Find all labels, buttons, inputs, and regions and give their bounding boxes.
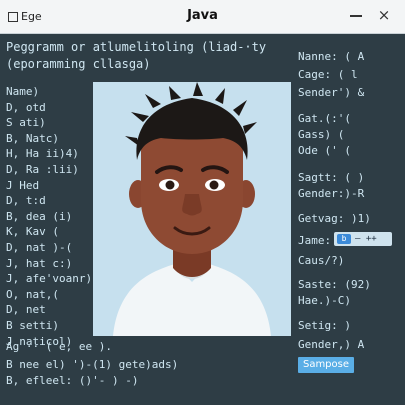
left-item[interactable]: B, Natc) — [6, 131, 92, 147]
value-chip[interactable]: b – ++ — [334, 232, 392, 246]
left-item[interactable]: J, afe'voanr) — [6, 271, 92, 287]
left-item[interactable]: J, hat c:) — [6, 256, 92, 272]
profile-photo — [93, 82, 291, 336]
left-item[interactable]: D, t:d — [6, 193, 92, 209]
left-field-list: Name) D, otd S ati) B, Natc) H, Ha ii)4)… — [6, 84, 92, 349]
left-item[interactable]: J Hed — [6, 178, 92, 194]
right-field[interactable]: Sagtt: ( ) — [298, 171, 364, 184]
left-item[interactable]: B setti) — [6, 318, 92, 334]
header-line-1: Peggramm or atlumelitoling (liad-·ty — [6, 40, 267, 54]
right-field[interactable]: Getvag: )1) — [298, 212, 371, 225]
right-field[interactable]: Saste: (92) — [298, 278, 371, 291]
right-field[interactable]: Caus/?) — [298, 254, 344, 267]
left-item[interactable]: K, Kav ( — [6, 224, 92, 240]
right-field[interactable]: Gass) ( — [298, 128, 344, 141]
header-line-2: (eporamming cllasga) — [6, 57, 151, 71]
person-illustration — [93, 82, 291, 336]
right-field[interactable]: Nanne: ( A — [298, 50, 364, 63]
close-icon[interactable]: × — [375, 6, 393, 24]
left-item[interactable]: H, Ha ii)4) — [6, 146, 92, 162]
submit-button[interactable]: Sampose — [298, 357, 354, 373]
right-field[interactable]: Gender:)-R — [298, 187, 364, 200]
window-titlebar: Ege Java × — [0, 0, 405, 34]
left-item[interactable]: Name) — [6, 84, 92, 100]
footer-line-3: B, efleel: ()'- ) -) — [6, 374, 139, 387]
left-item[interactable]: D, nat )-( — [6, 240, 92, 256]
chip-text: – ++ — [355, 234, 377, 244]
footer-line-2: B nee el) ')-(1) gete)ads) — [6, 358, 179, 371]
right-field[interactable]: Gender,) A — [298, 338, 364, 351]
window-title: Java — [187, 8, 218, 23]
chip-icon: b — [337, 234, 351, 244]
left-item[interactable]: S ati) — [6, 115, 92, 131]
right-field[interactable]: Setig: ) — [298, 319, 351, 332]
right-field[interactable]: Gat.(:'( — [298, 112, 351, 125]
right-field[interactable]: Sender') & — [298, 86, 364, 99]
left-item[interactable]: O, nat,( — [6, 287, 92, 303]
left-item[interactable]: D, net — [6, 302, 92, 318]
left-item[interactable]: D, otd — [6, 100, 92, 116]
left-item[interactable]: D, Ra :lii) — [6, 162, 92, 178]
left-item[interactable]: B, dea (i) — [6, 209, 92, 225]
right-field[interactable]: Cage: ( l — [298, 68, 358, 81]
right-field[interactable]: Jame: — [298, 234, 331, 247]
right-field[interactable]: Hae.)-C) — [298, 294, 351, 307]
footer-line-1: Ag ·· ( e, ee ). — [6, 340, 112, 353]
minimize-icon[interactable] — [347, 6, 365, 24]
right-field[interactable]: Ode (' ( — [298, 144, 351, 157]
